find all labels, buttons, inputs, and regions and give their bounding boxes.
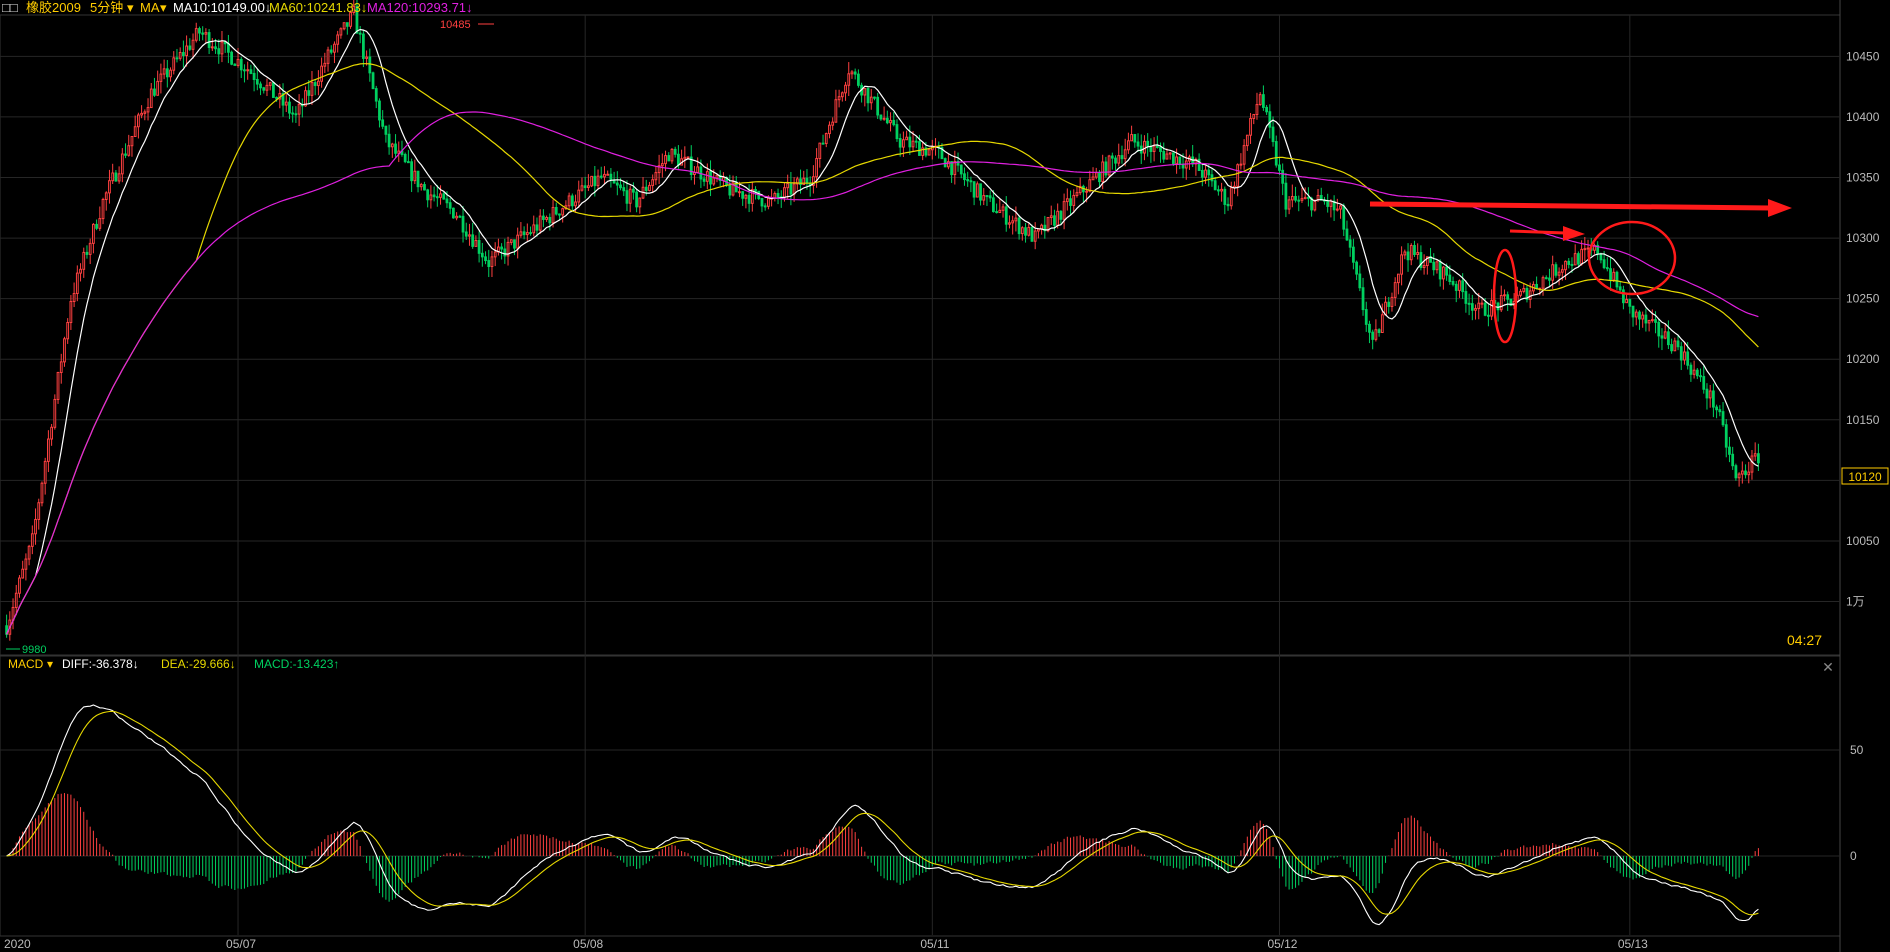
price-tick-label: 10050 <box>1846 534 1880 548</box>
candle <box>272 82 275 98</box>
pointer-arrow <box>1509 229 1566 235</box>
candle <box>63 336 66 367</box>
candle <box>590 175 593 188</box>
diff-value: DIFF:-36.378↓ <box>62 657 139 671</box>
dropdown-arrow-icon[interactable]: ▾ <box>127 0 134 15</box>
macd-value: MACD:-13.423↑ <box>254 657 339 671</box>
price-tick-label: 10300 <box>1846 231 1880 245</box>
macd-tick-label: 50 <box>1850 743 1864 757</box>
dropdown-arrow-icon[interactable]: ▾ <box>47 657 53 671</box>
contract-icon: □□ <box>2 0 18 15</box>
low-marker: 9980 <box>22 644 46 656</box>
current-price-label: 10120 <box>1848 470 1882 484</box>
dea-value: DEA:-29.666↓ <box>161 657 236 671</box>
time-tick-label: 05/08 <box>573 937 603 951</box>
candle <box>403 152 407 164</box>
price-tick-label: 10350 <box>1846 171 1880 185</box>
time-tick-label: 2020 <box>4 937 31 951</box>
symbol-selector[interactable]: 橡胶2009 <box>26 0 81 15</box>
candle <box>1734 463 1738 481</box>
time-tick-label: 05/12 <box>1267 937 1297 951</box>
candle <box>1030 224 1034 242</box>
price-tick-label: 10150 <box>1846 413 1880 427</box>
high-marker: 10485 <box>440 19 471 31</box>
ma60-value: MA60:10241.83↓ <box>269 0 367 15</box>
chart-header: □□ 橡胶2009 5分钟 ▾ MA ▾ MA10:10149.00↓ MA60… <box>2 0 473 15</box>
indicator-selector[interactable]: MA <box>140 0 160 15</box>
candle <box>943 157 947 168</box>
countdown-timer: 04:27 <box>1787 632 1822 648</box>
price-axis: 1045010400103501030010250102001015010100… <box>1846 49 1880 863</box>
price-tick-label: 10200 <box>1846 352 1880 366</box>
dropdown-arrow-icon[interactable]: ▾ <box>160 0 167 15</box>
candle <box>342 22 346 31</box>
candle <box>975 181 979 198</box>
time-tick-label: 05/11 <box>920 937 949 951</box>
candle <box>230 50 233 66</box>
ma120-value: MA120:10293.71↓ <box>367 0 473 15</box>
candle <box>40 481 44 507</box>
time-axis: 2020 05/07 05/08 05/11 05/12 05/13 <box>4 937 1648 951</box>
time-tick-label: 05/07 <box>226 937 256 951</box>
candle <box>1107 154 1111 178</box>
close-icon[interactable]: ✕ <box>1822 659 1834 675</box>
macd-indicator-selector[interactable]: MACD <box>8 657 44 671</box>
price-tick-label: 10400 <box>1846 110 1880 124</box>
time-tick-label: 05/13 <box>1618 937 1648 951</box>
candle <box>56 371 60 404</box>
candle <box>1172 152 1175 166</box>
price-tick-label: 10250 <box>1846 292 1880 306</box>
candle <box>1313 199 1317 212</box>
candle <box>1509 298 1513 307</box>
period-selector[interactable]: 5分钟 <box>90 0 123 15</box>
candle <box>452 207 455 219</box>
ma10-value: MA10:10149.00↓ <box>173 0 271 15</box>
price-tick-label: 1万 <box>1846 595 1865 609</box>
candle <box>53 394 57 430</box>
kline-chart[interactable]: 1045010400103501030010250102001015010100… <box>0 0 1890 952</box>
candle <box>1525 285 1529 303</box>
candle <box>757 190 761 201</box>
candle <box>371 71 375 90</box>
price-tick-label: 10450 <box>1846 49 1880 63</box>
macd-tick-label: 0 <box>1850 849 1857 863</box>
candle <box>1554 262 1558 278</box>
candle <box>927 148 931 156</box>
